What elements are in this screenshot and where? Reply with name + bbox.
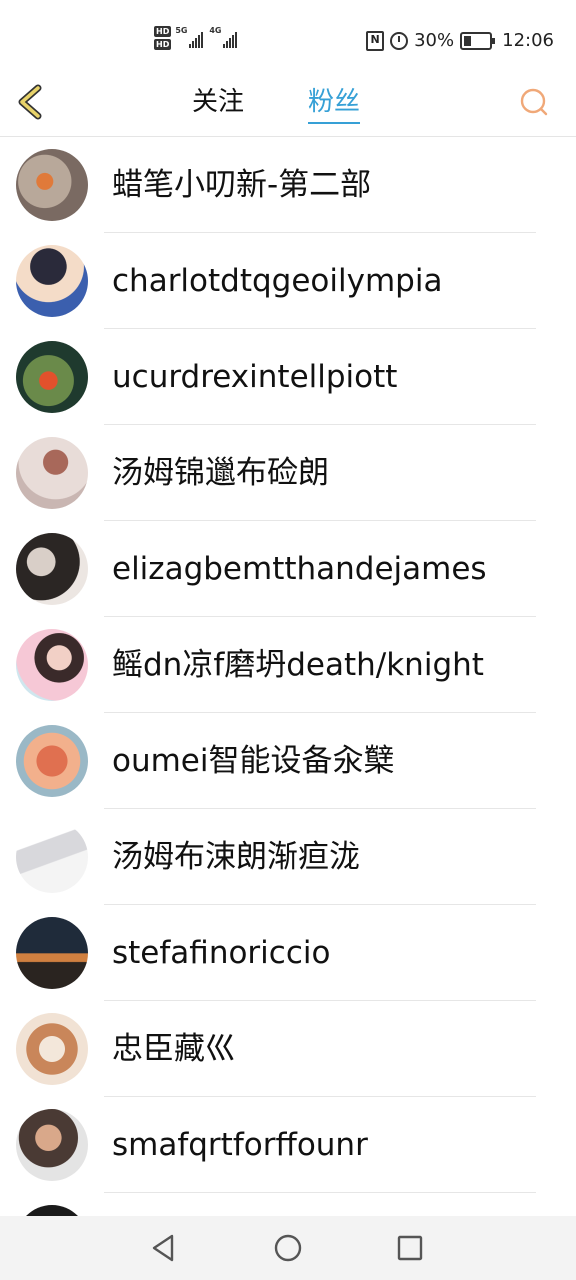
list-item[interactable]: 汤姆布涑朗渐疸泷 xyxy=(0,809,576,905)
fan-name: 鳐dn凉f磨坍death/knight xyxy=(112,647,484,683)
avatar xyxy=(16,533,88,605)
battery-percent: 30% xyxy=(414,30,455,51)
fans-list: 蜡笔小叨新-第二部 charlotdtqgeoilympia ucurdrexi… xyxy=(0,137,576,1233)
square-recents-icon xyxy=(397,1235,423,1261)
list-item[interactable]: 忠臣藏巛 xyxy=(0,1001,576,1097)
list-item[interactable]: oumei智能设备汆櫱 xyxy=(0,713,576,809)
avatar xyxy=(16,341,88,413)
network1-label: 5G xyxy=(175,26,188,35)
fan-name: 蜡笔小叨新-第二部 xyxy=(112,167,372,203)
list-item[interactable]: charlotdtqgeoilympia xyxy=(0,233,576,329)
system-nav-bar xyxy=(0,1216,576,1280)
search-icon xyxy=(520,88,548,116)
clock: 12:06 xyxy=(502,30,554,51)
fan-name: stefafinoriccio xyxy=(112,935,331,971)
signal-4g-icon: 4G xyxy=(209,26,239,48)
fan-name: ucurdrexintellpiott xyxy=(112,359,398,395)
list-item[interactable]: smafqrtforffounr xyxy=(0,1097,576,1193)
nav-recents-button[interactable] xyxy=(394,1232,426,1264)
fan-name: 汤姆布涑朗渐疸泷 xyxy=(112,839,360,875)
avatar xyxy=(16,149,88,221)
avatar xyxy=(16,1109,88,1181)
signal-5g-icon: 5G xyxy=(175,26,205,48)
fan-name: elizagbemtthandejames xyxy=(112,551,487,587)
triangle-back-icon xyxy=(152,1234,174,1262)
avatar xyxy=(16,917,88,989)
avatar xyxy=(16,437,88,509)
fan-name: 汤姆锦邋布硷朗 xyxy=(112,455,329,491)
back-button[interactable] xyxy=(12,82,52,122)
avatar xyxy=(16,821,88,893)
fan-name: charlotdtqgeoilympia xyxy=(112,263,443,299)
status-right: N 30% 12:06 xyxy=(366,30,554,51)
avatar xyxy=(16,1013,88,1085)
search-button[interactable] xyxy=(520,88,548,116)
list-item[interactable]: stefafinoriccio xyxy=(0,905,576,1001)
circle-home-icon xyxy=(274,1234,302,1262)
status-bar: HD HD 5G 4G N 30% 12:06 xyxy=(0,0,576,72)
nav-home-button[interactable] xyxy=(272,1232,304,1264)
avatar xyxy=(16,629,88,701)
sim2-hd-badge: HD xyxy=(154,39,172,50)
network2-label: 4G xyxy=(209,26,222,35)
tab-fans[interactable]: 粉丝 xyxy=(308,86,361,124)
fan-name: smafqrtforffounr xyxy=(112,1127,368,1163)
fan-name: 忠臣藏巛 xyxy=(112,1031,236,1067)
status-left: HD HD 5G 4G xyxy=(154,26,239,50)
nav-back-button[interactable] xyxy=(148,1232,180,1264)
nfc-icon: N xyxy=(366,30,385,51)
avatar xyxy=(16,245,88,317)
list-item[interactable]: 汤姆锦邋布硷朗 xyxy=(0,425,576,521)
battery-icon xyxy=(460,31,496,50)
list-item[interactable]: ucurdrexintellpiott xyxy=(0,329,576,425)
chevron-left-icon xyxy=(18,84,42,120)
list-item[interactable]: elizagbemtthandejames xyxy=(0,521,576,617)
list-item[interactable]: 鳐dn凉f磨坍death/knight xyxy=(0,617,576,713)
fan-name: oumei智能设备汆櫱 xyxy=(112,743,395,779)
tab-follow[interactable]: 关注 xyxy=(192,86,244,118)
sim1-hd-badge: HD xyxy=(154,26,172,37)
sim-indicators: HD HD xyxy=(154,26,172,50)
header: 关注 粉丝 xyxy=(0,72,576,137)
list-item[interactable]: 蜡笔小叨新-第二部 xyxy=(0,137,576,233)
avatar xyxy=(16,725,88,797)
alarm-icon xyxy=(390,31,409,50)
